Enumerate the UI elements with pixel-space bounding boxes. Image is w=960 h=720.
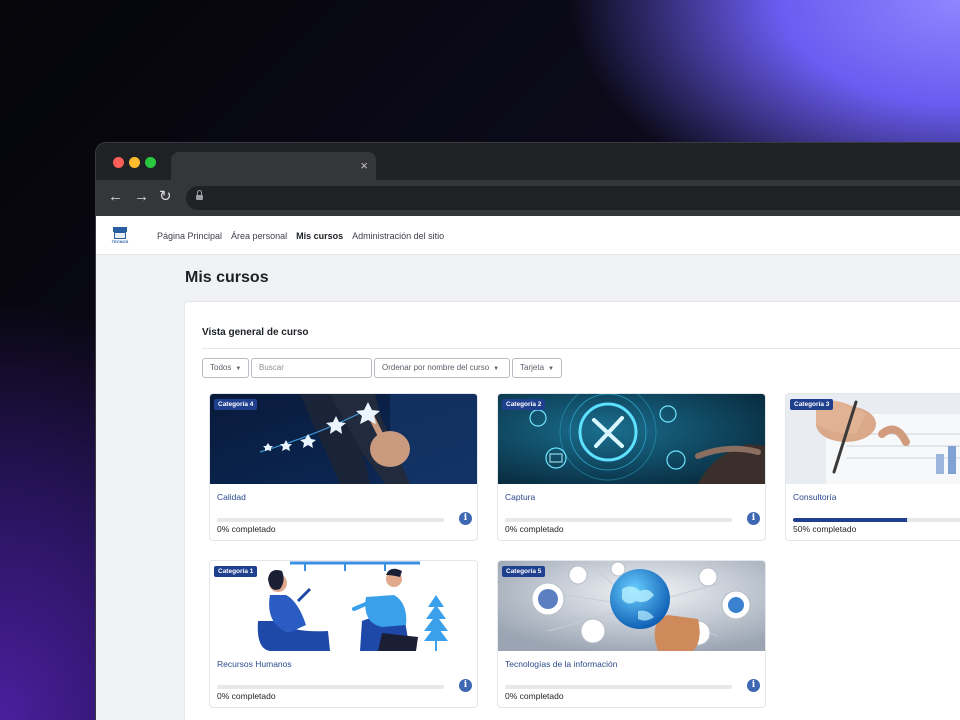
category-badge: Categoría 2: [502, 399, 546, 410]
progress-text: 0% completado: [217, 691, 276, 701]
info-icon[interactable]: i: [747, 512, 760, 525]
course-card[interactable]: Categoría 5 Tecnologías de la informació…: [497, 560, 766, 708]
course-card[interactable]: Categoría 2 Captura 0% completado i: [497, 393, 766, 541]
course-name-link[interactable]: Calidad: [217, 492, 246, 502]
page-content: TECNOS Página Principal Área personal Mi…: [96, 216, 960, 720]
course-card[interactable]: Categoría 1 Recursos Humanos 0% completa…: [209, 560, 478, 708]
progress-text: 50% completado: [793, 524, 857, 534]
info-icon[interactable]: i: [459, 512, 472, 525]
course-name-link[interactable]: Recursos Humanos: [217, 659, 292, 669]
nav-my-courses[interactable]: Mis cursos: [296, 231, 343, 241]
category-badge: Categoría 3: [790, 399, 834, 410]
category-badge: Categoría 5: [502, 566, 546, 577]
course-name-link[interactable]: Captura: [505, 492, 535, 502]
browser-toolbar: ← → ↻: [96, 180, 960, 216]
chevron-down-icon: ▼: [493, 366, 500, 372]
browser-tab[interactable]: ×: [171, 152, 376, 180]
close-window-button[interactable]: [113, 157, 124, 168]
category-badge: Categoría 1: [214, 566, 258, 577]
back-arrow-icon[interactable]: ←: [108, 189, 123, 205]
browser-titlebar: ×: [96, 143, 960, 180]
course-image[interactable]: Categoría 2: [498, 394, 765, 484]
course-image[interactable]: Categoría 4: [210, 394, 477, 484]
site-navbar: TECNOS Página Principal Área personal Mi…: [96, 216, 960, 255]
progress-text: 0% completado: [217, 524, 276, 534]
grouping-dropdown[interactable]: Todos ▼: [202, 358, 249, 378]
forward-arrow-icon[interactable]: →: [134, 189, 149, 205]
course-card[interactable]: Categoría 4 Calidad 0% completado i: [209, 393, 478, 541]
search-input[interactable]: Buscar: [251, 358, 372, 378]
divider: [202, 348, 960, 349]
progress-bar: [793, 518, 960, 522]
page-title: Mis cursos: [185, 269, 269, 286]
course-image[interactable]: Categoría 3: [786, 394, 960, 484]
reload-icon[interactable]: ↻: [159, 189, 172, 205]
progress-text: 0% completado: [505, 524, 564, 534]
site-logo[interactable]: TECNOS: [111, 227, 129, 244]
course-image[interactable]: Categoría 5: [498, 561, 765, 651]
chevron-down-icon: ▼: [548, 366, 554, 372]
nav-home[interactable]: Página Principal: [157, 231, 222, 241]
nav-site-admin[interactable]: Administración del sitio: [352, 231, 444, 241]
maximize-window-button[interactable]: [145, 157, 156, 168]
info-icon[interactable]: i: [459, 679, 472, 692]
logo-text: TECNOS: [111, 239, 129, 244]
minimize-window-button[interactable]: [129, 157, 140, 168]
sort-dropdown[interactable]: Ordenar por nombre del curso ▼: [374, 358, 510, 378]
course-overview-panel: Vista general de curso Todos ▼ Buscar Ord…: [184, 301, 960, 720]
nav-dashboard[interactable]: Área personal: [231, 231, 287, 241]
view-dropdown[interactable]: Tarjeta ▼: [512, 358, 562, 378]
progress-bar: [505, 685, 732, 689]
progress-fill: [793, 518, 907, 522]
progress-bar: [217, 685, 444, 689]
address-bar[interactable]: [186, 186, 960, 210]
course-image[interactable]: Categoría 1: [210, 561, 477, 651]
course-name-link[interactable]: Tecnologías de la información: [505, 659, 617, 669]
course-card[interactable]: Categoría 3 Consultoría 50% completado i: [785, 393, 960, 541]
chevron-down-icon: ▼: [235, 366, 242, 372]
lock-icon: [196, 190, 203, 202]
course-name-link[interactable]: Consultoría: [793, 492, 836, 502]
tab-close-icon[interactable]: ×: [360, 158, 368, 173]
category-badge: Categoría 4: [214, 399, 258, 410]
progress-text: 0% completado: [505, 691, 564, 701]
panel-title: Vista general de curso: [202, 327, 309, 338]
progress-bar: [505, 518, 732, 522]
primary-navigation: Página Principal Área personal Mis curso…: [157, 216, 444, 255]
info-icon[interactable]: i: [747, 679, 760, 692]
progress-bar: [217, 518, 444, 522]
browser-window: × ← → ↻ TECNOS Página Principal Área per…: [96, 143, 960, 720]
